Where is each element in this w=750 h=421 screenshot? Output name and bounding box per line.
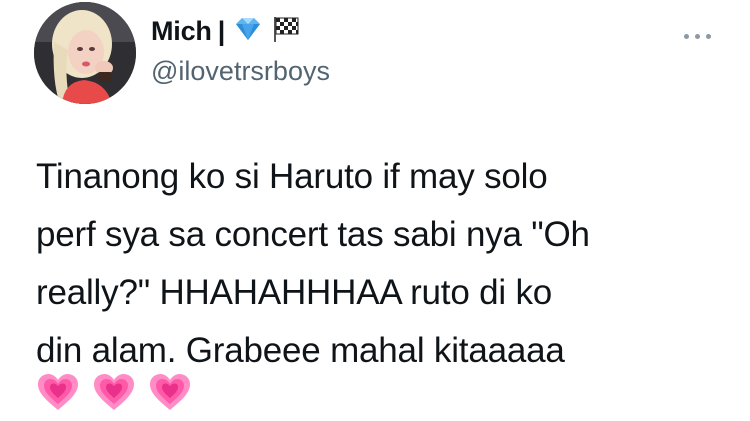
avatar[interactable]: [34, 2, 136, 104]
growing-heart-icon: [94, 374, 134, 410]
tweet-text-line: Tinanong ko si Haruto if may solo: [36, 157, 548, 196]
more-dot: [695, 34, 700, 39]
chequered-flag-icon: [271, 15, 301, 48]
author-name-row[interactable]: Mich |: [151, 14, 301, 48]
tweet-text: Tinanong ko si Haruto if may solo perf s…: [36, 148, 726, 380]
tweet-card: Mich | @ilovetrsrboys Tinanong ko si Har…: [0, 0, 750, 421]
more-icon[interactable]: [680, 30, 716, 42]
more-dot: [706, 34, 711, 39]
author-handle[interactable]: @ilovetrsrboys: [151, 56, 330, 87]
growing-heart-icon: [38, 374, 78, 410]
tweet-text-line: perf sya sa concert tas sabi nya "Oh: [36, 215, 590, 254]
emoji-row: [36, 372, 192, 412]
more-dot: [684, 34, 689, 39]
display-name[interactable]: Mich: [151, 16, 212, 47]
growing-heart-icon: [150, 374, 190, 410]
tweet-text-line: really?" HHAHAHHHAA ruto di ko: [36, 273, 553, 312]
name-separator: |: [217, 15, 226, 46]
gem-icon: [233, 16, 263, 47]
profile-photo-icon: [34, 2, 136, 104]
